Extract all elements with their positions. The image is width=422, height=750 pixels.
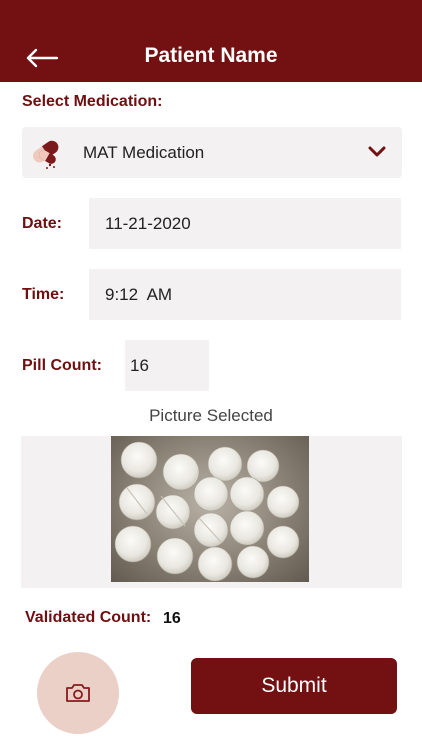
submit-button[interactable]: Submit [191, 658, 397, 714]
pill-photo [111, 436, 309, 582]
pill-count-label: Pill Count: [22, 357, 102, 374]
pill-count-field[interactable] [125, 340, 209, 391]
page-title: Patient Name [144, 44, 278, 67]
time-label: Time: [22, 286, 65, 303]
date-label: Date: [22, 215, 63, 232]
camera-icon [66, 684, 90, 702]
pill-capsule-icon [33, 140, 59, 169]
time-field[interactable] [89, 269, 401, 320]
camera-button[interactable] [37, 652, 119, 734]
medication-dropdown[interactable]: MAT Medication [22, 127, 402, 178]
app-header: Patient Name [0, 0, 422, 82]
picture-caption: Picture Selected [149, 406, 273, 425]
chevron-down-icon [368, 146, 386, 157]
medication-value: MAT Medication [83, 143, 205, 162]
validated-count-value: 16 [163, 610, 181, 627]
medication-label: Select Medication: [22, 93, 163, 110]
date-field[interactable] [89, 198, 401, 249]
pills-image [114, 441, 300, 582]
picture-preview-area [21, 436, 402, 588]
validated-count-label: Validated Count: [25, 609, 152, 626]
